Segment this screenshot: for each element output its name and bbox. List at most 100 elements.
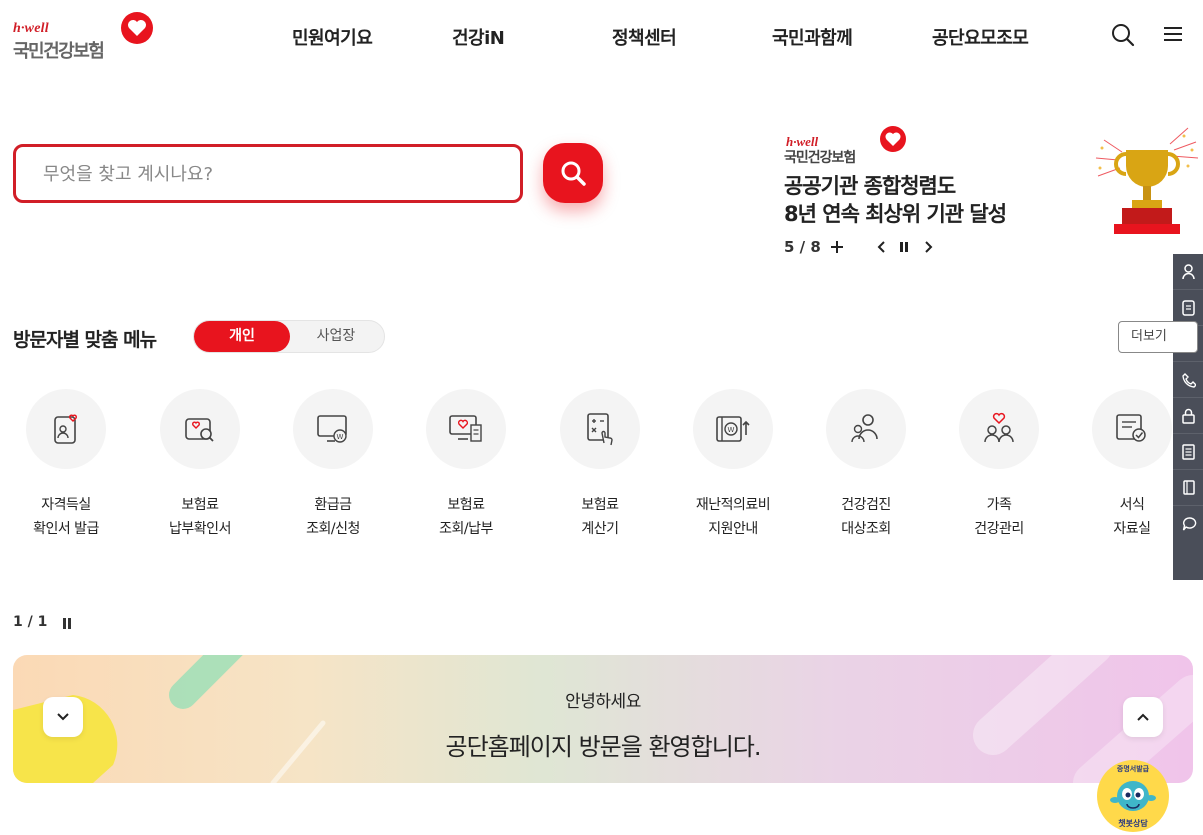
svg-text:W: W bbox=[337, 433, 344, 441]
medical-support-icon: W bbox=[716, 416, 750, 442]
chevron-right-icon[interactable] bbox=[922, 240, 934, 254]
nav-item-policy[interactable]: 정책센터 bbox=[612, 24, 677, 50]
service-pager: 1 / 1 bbox=[13, 614, 93, 634]
service-item-payment-confirm[interactable]: 보험료납부확인서 bbox=[140, 389, 260, 549]
premium-inquiry-icon bbox=[449, 415, 482, 442]
service-item-medical-support[interactable]: W 재난적의료비지원안내 bbox=[673, 389, 793, 549]
banner-logo-name: 국민건강보험 bbox=[784, 150, 856, 166]
nav-item-about[interactable]: 공단요모조모 bbox=[932, 24, 1029, 50]
payment-confirm-icon bbox=[185, 418, 214, 442]
service-item-premium-inquiry[interactable]: 보험료조회/납부 bbox=[406, 389, 526, 549]
more-button[interactable]: 더보기 bbox=[1118, 321, 1198, 353]
service-label-line1: 자격득실 bbox=[41, 497, 91, 513]
pause-icon[interactable] bbox=[898, 240, 910, 254]
service-item-eligibility-certificate[interactable]: 자격득실확인서 발급 bbox=[6, 389, 126, 549]
search-input[interactable] bbox=[43, 160, 483, 188]
service-label: 보험료계산기 bbox=[540, 493, 660, 541]
service-label: 서식자료실 bbox=[1072, 493, 1192, 541]
service-label-line2: 납부확인서 bbox=[169, 521, 231, 537]
service-label-line1: 보험료 bbox=[181, 497, 219, 513]
service-label: 재난적의료비지원안내 bbox=[673, 493, 793, 541]
service-icon-bg bbox=[426, 389, 506, 469]
expand-button[interactable] bbox=[43, 697, 83, 737]
welcome-message: 공단홈페이지 방문을 환영합니다. bbox=[445, 733, 761, 761]
service-label: 자격득실확인서 발급 bbox=[6, 493, 126, 541]
service-label-line1: 환급금 bbox=[314, 497, 352, 513]
service-label-line1: 보험료 bbox=[447, 497, 485, 513]
heart-logo-icon bbox=[880, 126, 906, 152]
trophy-icon bbox=[1095, 127, 1199, 234]
service-label: 건강검진대상조회 bbox=[806, 493, 926, 541]
visitor-type-toggle: 사업장 개인 bbox=[193, 320, 385, 353]
service-label-line1: 건강검진 bbox=[841, 497, 891, 513]
service-label: 보험료조회/납부 bbox=[406, 493, 526, 541]
chatbot-button[interactable]: 증명서발급 챗봇상담 bbox=[1097, 760, 1169, 832]
banner-title-line1: 공공기관 종합청렴도 bbox=[784, 174, 956, 198]
pause-icon[interactable] bbox=[61, 617, 73, 631]
search-icon[interactable] bbox=[1110, 22, 1136, 48]
promo-banner[interactable]: h·well 국민건강보험 공공기관 종합청렴도 8년 연속 최상위 기관 달성… bbox=[784, 124, 1203, 264]
service-icon-bg: W bbox=[693, 389, 773, 469]
phone-icon bbox=[1182, 373, 1196, 388]
banner-controls: 5 / 8 bbox=[784, 238, 954, 258]
service-label-line1: 보험료 bbox=[581, 497, 619, 513]
service-label-line2: 조회/신청 bbox=[306, 521, 360, 537]
service-label-line2: 지원안내 bbox=[708, 521, 758, 537]
user-icon bbox=[1182, 264, 1195, 280]
service-label-line2: 대상조회 bbox=[841, 521, 891, 537]
chatbot-top-text: 증명서발급 bbox=[1116, 765, 1150, 773]
chevron-down-icon bbox=[57, 713, 69, 721]
quick-user[interactable] bbox=[1173, 254, 1203, 290]
search-button[interactable] bbox=[543, 143, 603, 203]
scroll-top-button[interactable] bbox=[1123, 697, 1163, 737]
plus-icon[interactable] bbox=[830, 240, 844, 254]
service-label: 환급금조회/신청 bbox=[273, 493, 393, 541]
chatbot-character-icon bbox=[1110, 781, 1156, 811]
chevron-left-icon[interactable] bbox=[876, 240, 888, 254]
service-item-family-health[interactable]: 가족건강관리 bbox=[939, 389, 1059, 549]
nav-item-with-people[interactable]: 국민과함께 bbox=[772, 24, 853, 50]
service-label-line1: 재난적의료비 bbox=[695, 497, 771, 513]
certificate-icon bbox=[54, 414, 77, 444]
service-label-line1: 서식 bbox=[1119, 497, 1145, 513]
family-health-icon bbox=[984, 412, 1014, 443]
banner-counter: 5 / 8 bbox=[784, 238, 821, 256]
calculator-icon bbox=[587, 413, 613, 446]
visitor-menu-title: 방문자별 맞춤 메뉴 bbox=[13, 329, 157, 351]
service-label-line2: 건강관리 bbox=[974, 521, 1024, 537]
service-label-line1: 가족 bbox=[986, 497, 1012, 513]
checkup-people-icon bbox=[851, 414, 878, 443]
hamburger-menu-icon[interactable] bbox=[1161, 22, 1187, 48]
main-navigation: 민원여기요 건강iN 정책센터 국민과함께 공단요모조모 bbox=[0, 24, 1203, 50]
service-label: 보험료납부확인서 bbox=[140, 493, 260, 541]
document-icon bbox=[1182, 300, 1195, 316]
service-label-line2: 계산기 bbox=[581, 521, 619, 537]
search-box bbox=[13, 144, 523, 203]
service-label-line2: 자료실 bbox=[1113, 521, 1151, 537]
service-item-forms-archive[interactable]: 서식자료실 bbox=[1072, 389, 1192, 549]
service-icon-bg bbox=[959, 389, 1039, 469]
search-icon bbox=[561, 161, 586, 186]
nav-item-health[interactable]: 건강iN bbox=[452, 24, 505, 50]
service-label-line2: 조회/납부 bbox=[439, 521, 493, 537]
welcome-banner: 안녕하세요 공단홈페이지 방문을 환영합니다. bbox=[13, 655, 1193, 783]
refund-monitor-icon: W bbox=[317, 415, 347, 443]
service-icon-bg bbox=[160, 389, 240, 469]
banner-title: 공공기관 종합청렴도 8년 연속 최상위 기관 달성 bbox=[784, 172, 1007, 228]
service-item-calculator[interactable]: 보험료계산기 bbox=[540, 389, 660, 549]
chevron-up-icon bbox=[1137, 713, 1149, 721]
welcome-greeting: 안녕하세요 bbox=[565, 692, 641, 712]
service-icon-bg bbox=[1092, 389, 1172, 469]
nav-item-civil[interactable]: 민원여기요 bbox=[292, 24, 373, 50]
service-item-health-checkup[interactable]: 건강검진대상조회 bbox=[806, 389, 926, 549]
service-item-refund[interactable]: W 환급금조회/신청 bbox=[273, 389, 393, 549]
service-icon-bg bbox=[26, 389, 106, 469]
tab-business[interactable]: 사업장 bbox=[288, 321, 384, 352]
service-icon-bg: W bbox=[293, 389, 373, 469]
tab-personal[interactable]: 개인 bbox=[194, 321, 290, 352]
decorative-shapes bbox=[13, 655, 1193, 783]
service-label-line2: 확인서 발급 bbox=[33, 521, 99, 537]
service-label: 가족건강관리 bbox=[939, 493, 1059, 541]
forms-archive-icon bbox=[1116, 414, 1146, 442]
service-icon-bg bbox=[560, 389, 640, 469]
